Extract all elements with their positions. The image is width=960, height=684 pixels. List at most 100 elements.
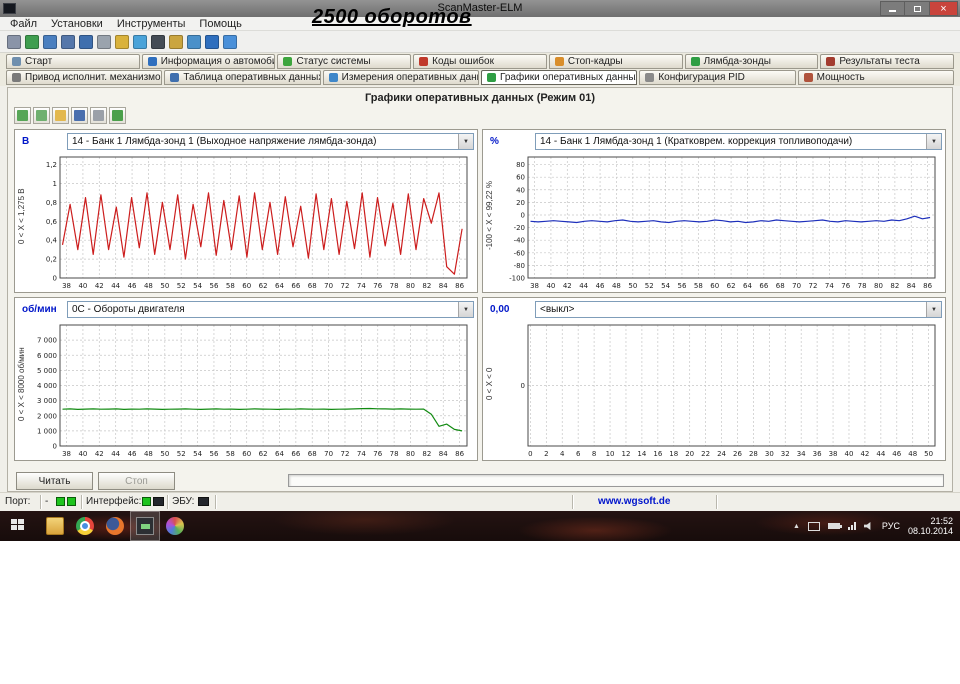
tab-error-codes[interactable]: Коды ошибок bbox=[413, 54, 547, 69]
battery-icon[interactable] bbox=[827, 523, 842, 529]
language-indicator[interactable]: РУС bbox=[882, 521, 900, 531]
pid-select[interactable]: 14 - Банк 1 Лямбда-зонд 1 (Кратковрем. к… bbox=[535, 133, 942, 150]
taskbar-paint[interactable] bbox=[160, 511, 190, 541]
svg-text:76: 76 bbox=[841, 282, 850, 290]
power-icon bbox=[803, 73, 813, 82]
freeze-frames-icon bbox=[554, 57, 564, 66]
tab-freeze-frames-label: Стоп-кадры bbox=[567, 56, 623, 67]
menu-bar: Файл Установки Инструменты Помощь bbox=[0, 17, 960, 31]
close-button[interactable]: × bbox=[930, 1, 958, 16]
world-icon[interactable] bbox=[187, 34, 201, 49]
chevron-down-icon[interactable]: ▼ bbox=[926, 134, 941, 149]
taskbar-chrome[interactable] bbox=[70, 511, 100, 541]
screen: ScanMaster-ELM × Файл Установки Инструмент… bbox=[0, 0, 960, 684]
tab-actuators-label: Привод исполнит. механизмов bbox=[25, 72, 163, 83]
read-button[interactable]: Читать bbox=[16, 472, 93, 490]
separator bbox=[40, 495, 42, 509]
info-icon[interactable] bbox=[205, 34, 219, 49]
minimize-button[interactable] bbox=[880, 1, 905, 16]
table-icon[interactable] bbox=[79, 34, 93, 49]
tab-power[interactable]: Мощность bbox=[797, 70, 954, 85]
tab-row-2: Привод исполнит. механизмов Таблица опера… bbox=[6, 70, 954, 85]
tab-live-data-graphs[interactable]: Графики оперативных данных bbox=[480, 70, 638, 85]
clock[interactable]: 21:52 08.10.2014 bbox=[908, 516, 953, 536]
taskbar-scanmaster[interactable] bbox=[130, 511, 160, 541]
svg-text:54: 54 bbox=[193, 282, 202, 290]
svg-text:84: 84 bbox=[439, 450, 448, 458]
svg-text:1: 1 bbox=[53, 180, 57, 188]
svg-text:78: 78 bbox=[858, 282, 867, 290]
taskbar-explorer[interactable] bbox=[40, 511, 70, 541]
start-button[interactable] bbox=[11, 519, 24, 530]
chart-body: 0 < X < 1,275 В 38 40 42 44 46 48 50 52 54 56 58 60… bbox=[15, 152, 477, 292]
chevron-down-icon[interactable]: ▼ bbox=[458, 302, 473, 317]
pid-select[interactable]: <выкл> ▼ bbox=[535, 301, 942, 318]
tab-live-data-table[interactable]: Таблица оперативных данных bbox=[164, 70, 321, 85]
chart-toolbar bbox=[14, 107, 126, 124]
chevron-down-icon[interactable]: ▼ bbox=[926, 302, 941, 317]
tab-power-label: Мощность bbox=[816, 72, 865, 83]
globe-icon[interactable] bbox=[25, 34, 39, 49]
car-info-icon[interactable] bbox=[43, 34, 57, 49]
svg-text:-40: -40 bbox=[514, 237, 525, 245]
tab-system-status[interactable]: Статус системы bbox=[277, 54, 412, 69]
chart-plot: 0 2 4 6 8 10 12 14 16 18 20 22 24 26 28 30 32 34 36 38 40 42 4… bbox=[521, 324, 936, 458]
display-icon[interactable] bbox=[807, 521, 820, 531]
svg-text:50: 50 bbox=[160, 282, 169, 290]
chart-layout-icon[interactable] bbox=[33, 107, 50, 124]
pencil-icon[interactable] bbox=[169, 34, 183, 49]
menu-help[interactable]: Помощь bbox=[192, 18, 249, 30]
tab-vehicle-info[interactable]: Информация о автомобиле bbox=[141, 54, 276, 69]
tab-test-results[interactable]: Результаты теста bbox=[820, 54, 955, 69]
chart-save-icon[interactable] bbox=[71, 107, 88, 124]
pid-select[interactable]: 14 - Банк 1 Лямбда-зонд 1 (Выходное напр… bbox=[67, 133, 474, 150]
battery-icon[interactable] bbox=[151, 34, 165, 49]
chart-open-icon[interactable] bbox=[52, 107, 69, 124]
chevron-down-icon[interactable]: ▼ bbox=[458, 134, 473, 149]
svg-text:74: 74 bbox=[357, 450, 366, 458]
menu-settings[interactable]: Установки bbox=[44, 18, 110, 30]
chart-tile-icon[interactable] bbox=[14, 107, 31, 124]
svg-text:52: 52 bbox=[645, 282, 654, 290]
tab-lambda-sensors[interactable]: Лямбда-зонды bbox=[684, 54, 819, 69]
chart-print-icon[interactable] bbox=[90, 107, 107, 124]
title-bar[interactable]: ScanMaster-ELM × bbox=[0, 0, 960, 17]
volume-icon[interactable] bbox=[863, 521, 871, 531]
svg-text:50: 50 bbox=[924, 450, 933, 458]
monitor-icon[interactable] bbox=[61, 34, 75, 49]
svg-text:78: 78 bbox=[390, 282, 399, 290]
chart-panel-rpm: об/мин 0C - Обороты двигателя ▼ 0 < X < … bbox=[14, 297, 478, 461]
wrench-icon[interactable] bbox=[7, 34, 21, 49]
svg-text:52: 52 bbox=[177, 282, 186, 290]
svg-text:0: 0 bbox=[53, 275, 57, 283]
svg-text:6: 6 bbox=[576, 450, 581, 458]
maximize-button[interactable] bbox=[905, 1, 930, 16]
menu-tools[interactable]: Инструменты bbox=[110, 18, 193, 30]
download-icon[interactable] bbox=[223, 34, 237, 49]
chart-export-icon[interactable] bbox=[109, 107, 126, 124]
menu-file[interactable]: Файл bbox=[3, 18, 44, 30]
tab-freeze-frames[interactable]: Стоп-кадры bbox=[548, 54, 683, 69]
show-hidden-icons[interactable]: ▲ bbox=[793, 523, 800, 530]
separator bbox=[716, 495, 718, 509]
svg-text:36: 36 bbox=[813, 450, 822, 458]
pid-select[interactable]: 0C - Обороты двигателя ▼ bbox=[67, 301, 474, 318]
notes-icon[interactable] bbox=[115, 34, 129, 49]
svg-text:48: 48 bbox=[144, 450, 153, 458]
tab-live-data-measure[interactable]: Измерения оперативных данных bbox=[322, 70, 479, 85]
svg-text:86: 86 bbox=[455, 450, 464, 458]
svg-text:44: 44 bbox=[876, 450, 885, 458]
interface-chip-icon bbox=[153, 497, 164, 506]
tab-actuators[interactable]: Привод исполнит. механизмов bbox=[6, 70, 163, 85]
tab-pid-config[interactable]: Конфигурация PID bbox=[639, 70, 796, 85]
svg-text:60: 60 bbox=[710, 282, 719, 290]
tab-start[interactable]: Старт bbox=[6, 54, 140, 69]
comment-icon[interactable] bbox=[133, 34, 147, 49]
tab-strip: Старт Информация о автомобиле Статус систе… bbox=[0, 53, 960, 86]
network-signal-icon[interactable] bbox=[847, 522, 856, 530]
taskbar-firefox[interactable] bbox=[100, 511, 130, 541]
website-link[interactable]: www.wgsoft.de bbox=[598, 496, 670, 507]
svg-text:18: 18 bbox=[669, 450, 678, 458]
svg-text:38: 38 bbox=[530, 282, 539, 290]
chip-icon[interactable] bbox=[97, 34, 111, 49]
